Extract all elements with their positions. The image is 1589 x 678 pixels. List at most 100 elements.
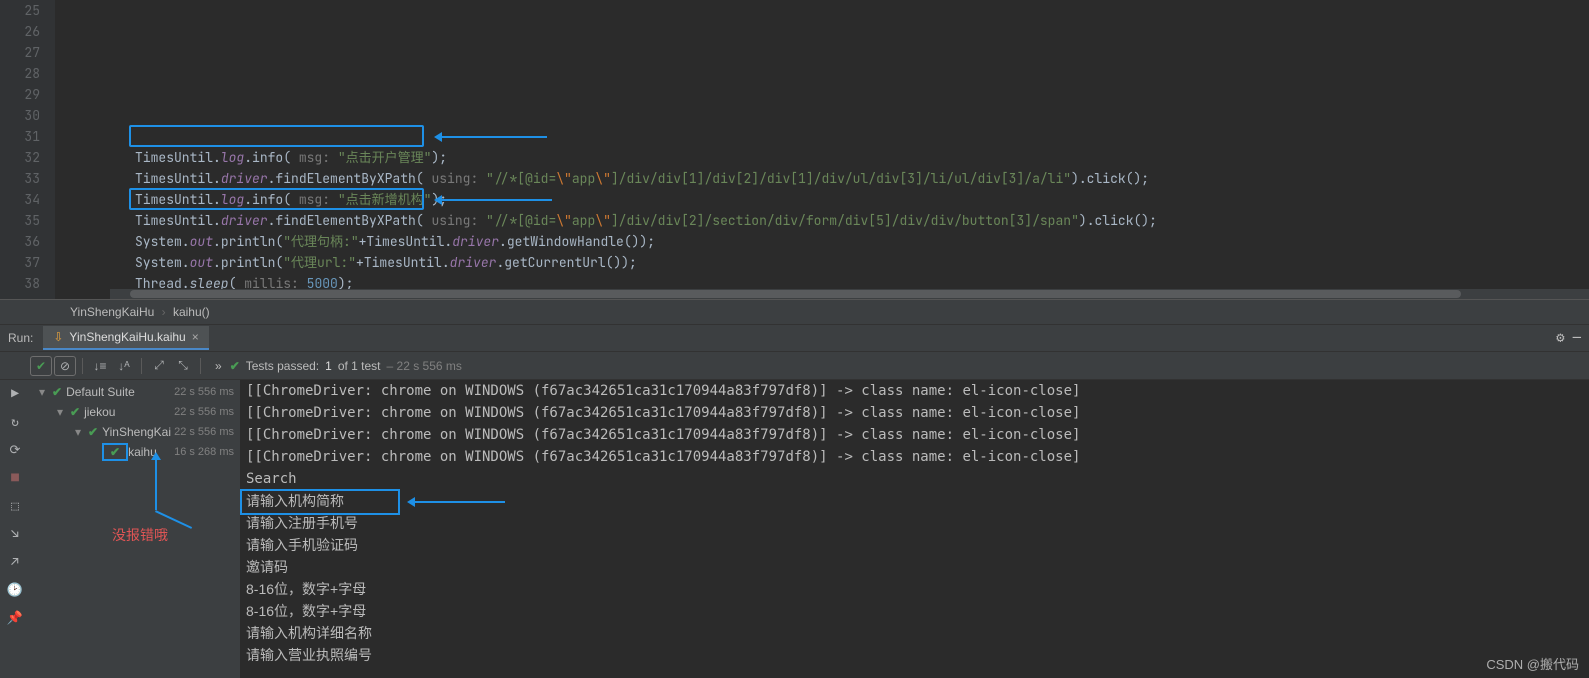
code-line[interactable]: TimesUntil.log.info( msg: "点击开户管理");: [55, 147, 1589, 168]
pass-check-icon: ✔: [88, 425, 98, 439]
line-number: 32: [0, 147, 40, 168]
test-toolbar: ✔ ⊘ ↓≡ ↓ᴬ ⤢ ⤡ » ✔ Tests passed: 1 of 1 t…: [0, 352, 1589, 380]
chevron-right-icon[interactable]: »: [215, 359, 222, 373]
separator: [82, 358, 83, 374]
test-config-icon: ⇩: [53, 330, 63, 344]
pass-check-icon: ✔: [70, 405, 80, 419]
test-tree[interactable]: ▾✔Default Suite22 s 556 ms▾✔jiekou22 s 5…: [30, 380, 240, 678]
pass-check-icon: ✔: [52, 385, 62, 399]
console-line: 8-16位，数字+字母: [246, 578, 1589, 600]
horizontal-scrollbar[interactable]: [110, 289, 1589, 299]
stop-icon[interactable]: ■: [6, 468, 24, 486]
line-number: 27: [0, 42, 40, 63]
history-icon[interactable]: 🕑: [6, 580, 24, 598]
toggle-auto-test-icon[interactable]: ⟳: [6, 440, 24, 458]
separator: [200, 358, 201, 374]
line-number: 30: [0, 105, 40, 126]
close-icon[interactable]: ×: [192, 330, 199, 344]
tests-passed-count: 1: [325, 359, 332, 373]
run-tool-window-header: Run: ⇩ YinShengKaiHu.kaihu × ⚙ —: [0, 324, 1589, 352]
run-label: Run:: [0, 331, 43, 345]
console-line: 请输入注册手机号: [246, 512, 1589, 534]
sort-alpha-icon[interactable]: ↓ᴬ: [113, 356, 135, 376]
console-line: [[ChromeDriver: chrome on WINDOWS (f67ac…: [246, 380, 1589, 402]
console-line: Search: [246, 468, 1589, 490]
console-line: [[ChromeDriver: chrome on WINDOWS (f67ac…: [246, 424, 1589, 446]
sort-icon[interactable]: ↓≡: [89, 356, 111, 376]
code-line[interactable]: TimesUntil.driver.findElementByXPath( us…: [55, 210, 1589, 231]
breadcrumb-class[interactable]: YinShengKaiHu: [70, 305, 154, 319]
code-content[interactable]: TimesUntil.log.info( msg: "点击开户管理");Time…: [55, 0, 1589, 299]
minimize-icon[interactable]: —: [1573, 329, 1581, 347]
tree-item-time: 22 s 556 ms: [174, 386, 234, 398]
line-number: 34: [0, 189, 40, 210]
code-editor[interactable]: 2526272829303132333435363738 TimesUntil.…: [0, 0, 1589, 300]
tests-passed-label: Tests passed:: [246, 359, 319, 373]
tree-item-label: Default Suite: [66, 385, 174, 399]
annotation-arrow-1: [437, 136, 547, 138]
tree-row[interactable]: ▾ ✔ YinShengKai22 s 556 ms: [30, 422, 240, 442]
console-line: 请输入机构详细名称: [246, 622, 1589, 644]
tree-item-label: YinShengKai: [102, 425, 174, 439]
pass-check-icon: ✔: [230, 359, 240, 373]
dump-icon[interactable]: ⬚: [6, 496, 24, 514]
line-number: 28: [0, 63, 40, 84]
run-side-toolbar: ▶ ↻ ⟳ ■ ⬚ ↘ ↗ 🕑 📌: [0, 380, 30, 678]
breadcrumb[interactable]: YinShengKaiHu › kaihu(): [0, 300, 1589, 324]
collapse-all-icon[interactable]: ⤡: [172, 356, 194, 376]
code-line[interactable]: System.out.println("代理句柄:"+TimesUntil.dr…: [55, 231, 1589, 252]
annotation-arrow-console: [410, 501, 505, 503]
annotation-arrow-tree: [155, 455, 157, 510]
tree-item-time: 16 s 268 ms: [174, 446, 234, 458]
run-tab-title: YinShengKaiHu.kaihu: [69, 330, 185, 344]
line-number: 38: [0, 273, 40, 294]
tests-elapsed: – 22 s 556 ms: [387, 359, 462, 373]
code-line[interactable]: TimesUntil.driver.findElementByXPath( us…: [55, 168, 1589, 189]
pin-icon[interactable]: 📌: [6, 608, 24, 626]
tests-of-text: of 1 test: [338, 359, 381, 373]
line-number-gutter: 2526272829303132333435363738: [0, 0, 55, 299]
console-line: 邀请码: [246, 556, 1589, 578]
annotation-box-1: [129, 125, 424, 147]
line-number: 37: [0, 252, 40, 273]
tree-row[interactable]: ▾✔jiekou22 s 556 ms: [30, 402, 240, 422]
console-output[interactable]: [[ChromeDriver: chrome on WINDOWS (f67ac…: [240, 380, 1589, 678]
gear-icon[interactable]: ⚙: [1556, 329, 1564, 347]
expand-all-icon[interactable]: ⤢: [148, 356, 170, 376]
line-number: 35: [0, 210, 40, 231]
import-tests-icon[interactable]: ↘: [6, 524, 24, 542]
line-number: 26: [0, 21, 40, 42]
run-tab[interactable]: ⇩ YinShengKaiHu.kaihu ×: [43, 326, 208, 350]
chevron-down-icon[interactable]: ▾: [72, 425, 84, 439]
console-line: 请输入手机验证码: [246, 534, 1589, 556]
rerun-failed-icon[interactable]: ↻: [6, 412, 24, 430]
console-line: 请输入营业执照编号: [246, 644, 1589, 666]
line-number: 36: [0, 231, 40, 252]
line-number: 25: [0, 0, 40, 21]
separator: [141, 358, 142, 374]
chevron-down-icon[interactable]: ▾: [36, 385, 48, 399]
show-ignored-icon[interactable]: ⊘: [54, 356, 76, 376]
pass-check-icon: ✔: [110, 445, 120, 459]
tree-row[interactable]: ▾ ✔ Default Suite22 s 556 ms: [30, 382, 240, 402]
export-tests-icon[interactable]: ↗: [6, 552, 24, 570]
breadcrumb-separator: ›: [162, 305, 166, 319]
chevron-down-icon[interactable]: ▾: [54, 405, 66, 419]
code-line[interactable]: TimesUntil.log.info( msg: "点击新增机构");: [55, 189, 1589, 210]
rerun-icon[interactable]: ▶: [6, 384, 24, 402]
run-tool-window-body: ▶ ↻ ⟳ ■ ⬚ ↘ ↗ 🕑 📌 ▾✔Default Suite22 s 55…: [0, 380, 1589, 678]
console-line: [[ChromeDriver: chrome on WINDOWS (f67ac…: [246, 402, 1589, 424]
annotation-text: 没报错哦: [112, 525, 168, 545]
tree-row[interactable]: ✔kaihu16 s 268 ms: [30, 442, 240, 462]
code-line[interactable]: System.out.println("代理url:"+TimesUntil.d…: [55, 252, 1589, 273]
line-number: 31: [0, 126, 40, 147]
scrollbar-thumb[interactable]: [130, 290, 1461, 298]
tree-item-label: jiekou: [84, 405, 174, 419]
console-line: [[ChromeDriver: chrome on WINDOWS (f67ac…: [246, 446, 1589, 468]
line-number: 33: [0, 168, 40, 189]
watermark: CSDN @搬代码: [1486, 654, 1579, 673]
tree-item-time: 22 s 556 ms: [174, 426, 234, 438]
show-passed-icon[interactable]: ✔: [30, 356, 52, 376]
line-number: 29: [0, 84, 40, 105]
breadcrumb-method[interactable]: kaihu(): [173, 305, 210, 319]
